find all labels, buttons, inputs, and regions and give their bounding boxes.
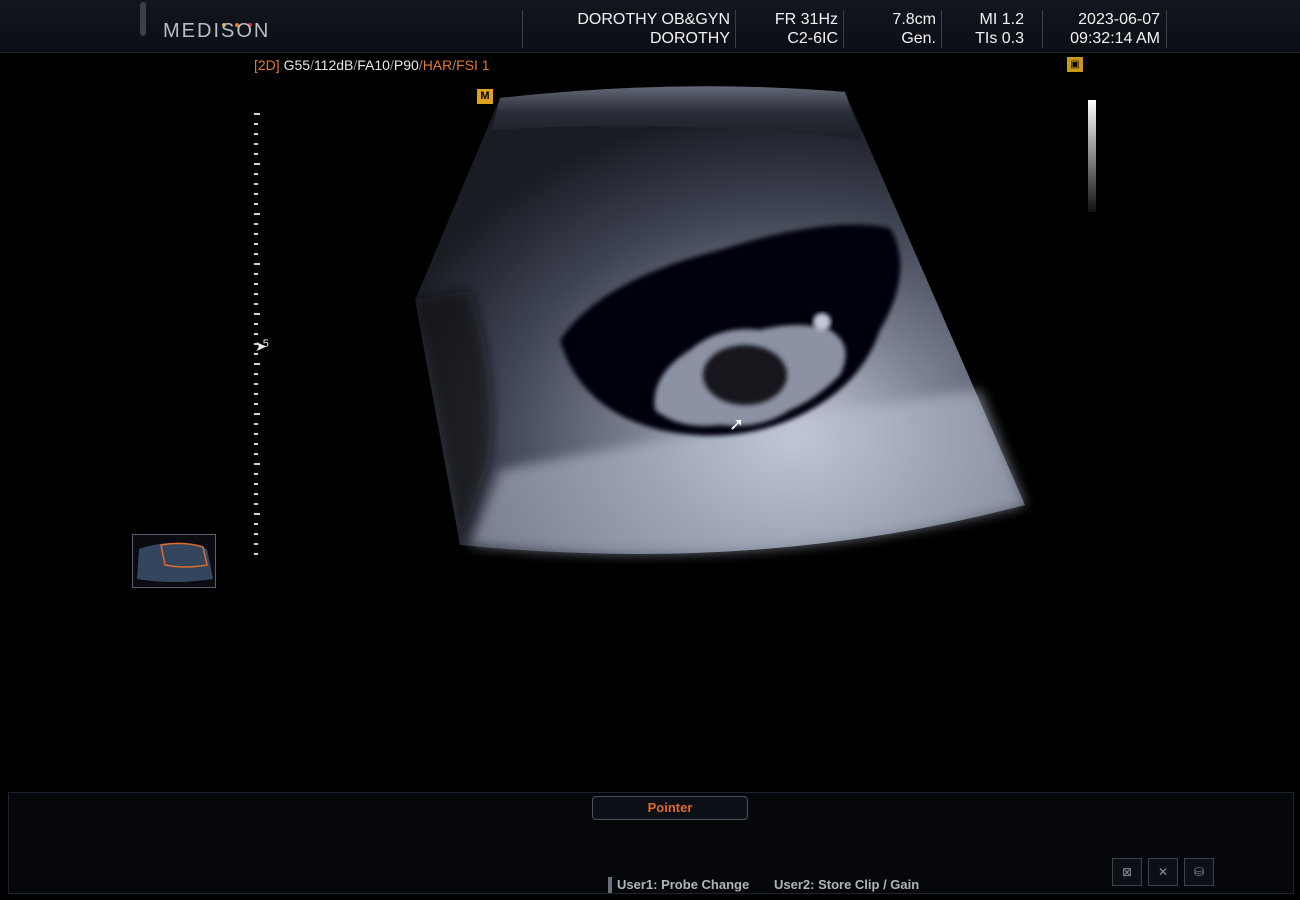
depth-tick	[254, 443, 258, 445]
network-close-icon[interactable]: ✕	[1148, 858, 1178, 886]
depth-tick	[254, 403, 258, 405]
depth-tick	[254, 313, 260, 315]
sector-thumbnail-icon	[137, 542, 213, 582]
depth-tick	[254, 483, 258, 485]
depth-tick	[254, 213, 260, 215]
depth-tick	[254, 323, 258, 325]
depth-tick	[254, 163, 260, 165]
depth-tick	[254, 173, 258, 175]
depth-tick	[254, 363, 260, 365]
depth-tick	[254, 133, 258, 135]
pointer-button[interactable]: Pointer	[592, 796, 748, 820]
fetal-limb	[813, 313, 831, 331]
cursor-arrow-icon: ➚	[729, 414, 745, 434]
depth-tick	[254, 423, 258, 425]
depth-tick	[254, 193, 258, 195]
depth-tick	[254, 183, 258, 185]
monitor-close-icon[interactable]: ⊠	[1112, 858, 1142, 886]
grayscale-bar	[1088, 100, 1096, 212]
focus-label: 5	[262, 338, 269, 350]
depth-tick	[254, 463, 260, 465]
probe-indicator-icon: ▣	[1067, 57, 1083, 72]
depth-tick	[254, 533, 258, 535]
fetal-head	[703, 345, 787, 405]
depth-tick	[254, 273, 258, 275]
depth-tick	[254, 553, 258, 555]
depth-tick	[254, 453, 258, 455]
depth-tick	[254, 243, 258, 245]
user2-key-label[interactable]: User2: Store Clip / Gain	[774, 877, 919, 892]
probe-thumbnail[interactable]	[132, 534, 216, 588]
ultrasound-image	[415, 86, 1025, 554]
depth-tick	[254, 503, 258, 505]
depth-tick	[254, 153, 258, 155]
depth-tick	[254, 293, 258, 295]
depth-tick	[254, 263, 260, 265]
depth-tick	[254, 253, 258, 255]
depth-tick	[254, 303, 258, 305]
depth-tick	[254, 523, 258, 525]
depth-tick	[254, 123, 258, 125]
orientation-marker: M	[477, 89, 493, 104]
depth-tick	[254, 493, 258, 495]
depth-tick	[254, 373, 258, 375]
depth-tick	[254, 473, 258, 475]
depth-tick	[254, 283, 258, 285]
depth-tick	[254, 223, 258, 225]
depth-tick	[254, 413, 260, 415]
user-key-marker	[608, 877, 612, 893]
depth-scale	[254, 113, 260, 555]
depth-tick	[254, 143, 258, 145]
depth-tick	[254, 393, 258, 395]
depth-tick	[254, 113, 260, 115]
depth-tick	[254, 203, 258, 205]
depth-tick	[254, 543, 258, 545]
user1-key-label[interactable]: User1: Probe Change	[617, 877, 749, 892]
depth-tick	[254, 513, 260, 515]
depth-tick	[254, 383, 258, 385]
depth-tick	[254, 333, 258, 335]
focus-marker: ➤5	[255, 338, 269, 354]
depth-tick	[254, 433, 258, 435]
depth-tick	[254, 233, 258, 235]
storage-icon[interactable]: ⛁	[1184, 858, 1214, 886]
